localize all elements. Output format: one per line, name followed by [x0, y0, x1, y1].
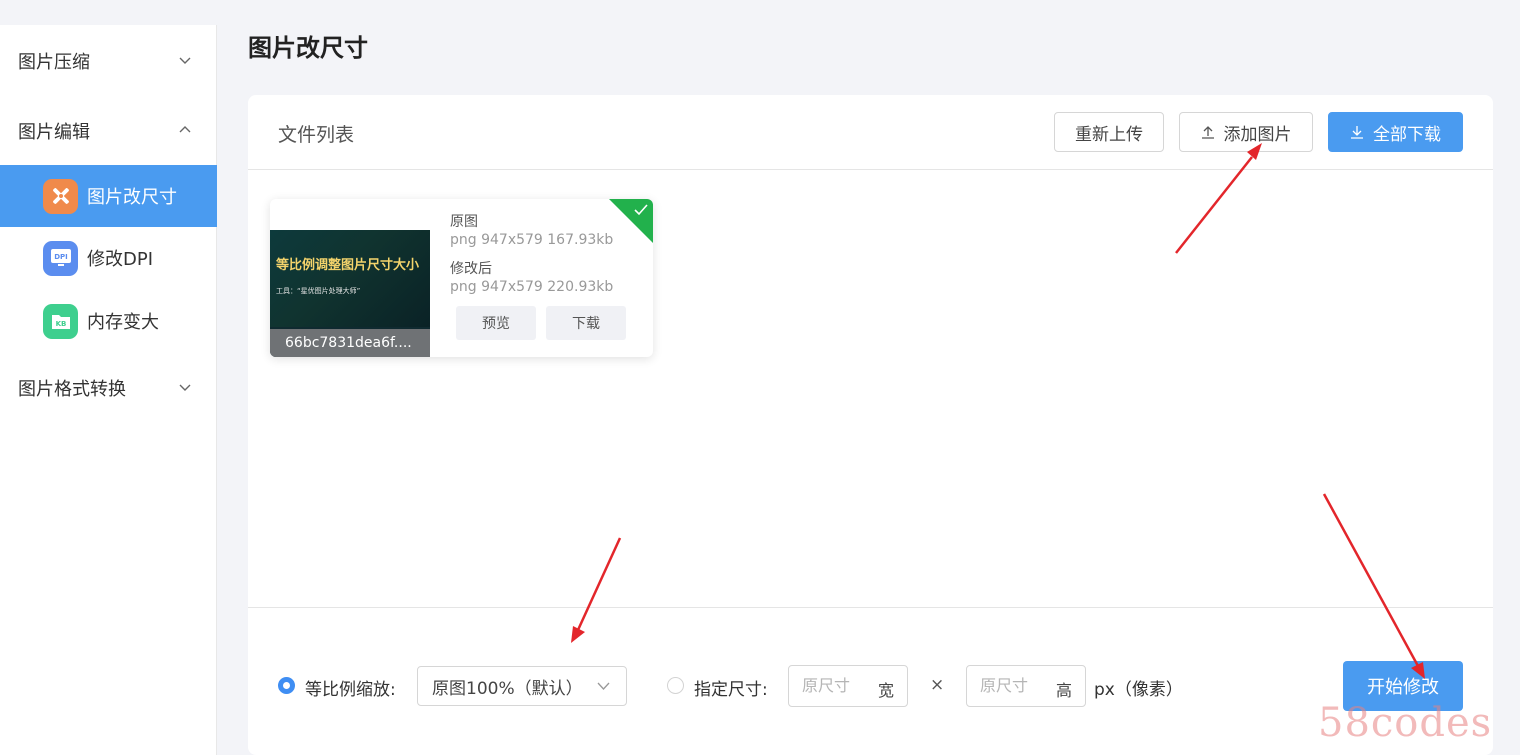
height-field[interactable]: 高 — [966, 665, 1086, 707]
height-input[interactable] — [980, 676, 1050, 695]
specify-size-radio[interactable] — [667, 677, 684, 694]
original-info: png 947x579 167.93kb — [450, 232, 614, 248]
preview-button[interactable]: 预览 — [456, 306, 536, 340]
dpi-monitor-icon: DPI — [43, 240, 78, 276]
modified-info: png 947x579 220.93kb — [450, 279, 614, 295]
sidebar-item-enlarge-size[interactable]: KB 内存变大 — [0, 290, 217, 352]
width-input[interactable] — [802, 676, 872, 695]
reupload-label: 重新上传 — [1075, 124, 1143, 145]
chevron-up-icon — [179, 126, 191, 133]
height-suffix: 高 — [1055, 681, 1072, 700]
scale-select[interactable]: 原图100%（默认） — [417, 666, 627, 706]
kb-folder-icon: KB — [43, 303, 78, 339]
sidebar-item-label: 内存变大 — [87, 312, 159, 333]
times-symbol: × — [930, 675, 945, 695]
thumbnail-subtitle: 工具：“星优图片处理大师” — [276, 287, 361, 295]
sidebar-item-label: 图片改尺寸 — [87, 187, 177, 208]
watermark: 58codes — [1318, 700, 1493, 746]
add-image-label: 添加图片 — [1223, 124, 1292, 145]
unit-label: px（像素） — [1094, 680, 1183, 700]
thumbnail-image: 等比例调整图片尺寸大小 工具：“星优图片处理大师” — [270, 230, 430, 327]
chevron-down-icon — [179, 384, 191, 391]
upload-icon — [1201, 126, 1214, 139]
start-modify-label: 开始修改 — [1367, 677, 1439, 698]
file-name: 66bc7831dea6f.... — [270, 329, 430, 357]
width-suffix: 宽 — [877, 681, 894, 700]
sidebar-item-modify-dpi[interactable]: DPI 修改DPI — [0, 227, 217, 289]
chevron-down-icon — [179, 57, 191, 64]
sidebar-group-image-compress[interactable]: 图片压缩 — [0, 36, 217, 86]
file-thumbnail[interactable]: 等比例调整图片尺寸大小 工具：“星优图片处理大师” 66bc7831dea6f.… — [270, 230, 430, 357]
sidebar: 图片压缩 图片编辑 图片改尺寸 DPI 修改DPI KB 内存变大 图片格式转换 — [0, 25, 217, 755]
sidebar-item-label: 修改DPI — [87, 249, 154, 270]
sidebar-group-image-edit[interactable]: 图片编辑 — [0, 106, 217, 156]
thumbnail-title: 等比例调整图片尺寸大小 — [276, 258, 420, 273]
original-label: 原图 — [450, 214, 478, 230]
modified-label: 修改后 — [450, 261, 492, 277]
proportional-scale-radio[interactable] — [278, 677, 295, 694]
scale-select-value: 原图100%（默认） — [432, 678, 583, 699]
resize-tools-icon — [43, 178, 78, 214]
dpi-icon-text: DPI — [54, 253, 68, 261]
add-image-button[interactable]: 添加图片 — [1179, 112, 1313, 152]
file-list-title: 文件列表 — [278, 124, 355, 146]
chevron-down-icon — [597, 682, 610, 690]
specify-size-label: 指定尺寸: — [694, 680, 768, 700]
sidebar-group-label: 图片格式转换 — [18, 379, 126, 400]
file-panel: 文件列表 重新上传 添加图片 全部下载 等比例调整图片尺寸大小 工具：“星优图片… — [248, 95, 1493, 755]
reupload-button[interactable]: 重新上传 — [1054, 112, 1164, 152]
download-all-button[interactable]: 全部下载 — [1328, 112, 1463, 152]
kb-icon-text: KB — [55, 320, 66, 328]
file-card: 等比例调整图片尺寸大小 工具：“星优图片处理大师” 66bc7831dea6f.… — [270, 199, 653, 357]
width-field[interactable]: 宽 — [788, 665, 908, 707]
sidebar-group-format-convert[interactable]: 图片格式转换 — [0, 363, 217, 413]
sidebar-item-image-resize[interactable]: 图片改尺寸 — [0, 165, 217, 227]
page-title: 图片改尺寸 — [248, 34, 368, 62]
sidebar-group-label: 图片压缩 — [18, 52, 90, 73]
panel-divider — [248, 607, 1493, 608]
file-panel-header: 文件列表 重新上传 添加图片 全部下载 — [248, 95, 1493, 170]
download-button[interactable]: 下载 — [546, 306, 626, 340]
sidebar-group-label: 图片编辑 — [18, 122, 90, 143]
proportional-scale-label: 等比例缩放: — [305, 680, 396, 700]
preview-label: 预览 — [482, 316, 510, 332]
check-icon — [634, 204, 648, 216]
download-icon — [1351, 126, 1363, 139]
download-label: 下载 — [572, 316, 600, 332]
download-all-label: 全部下载 — [1373, 124, 1441, 145]
